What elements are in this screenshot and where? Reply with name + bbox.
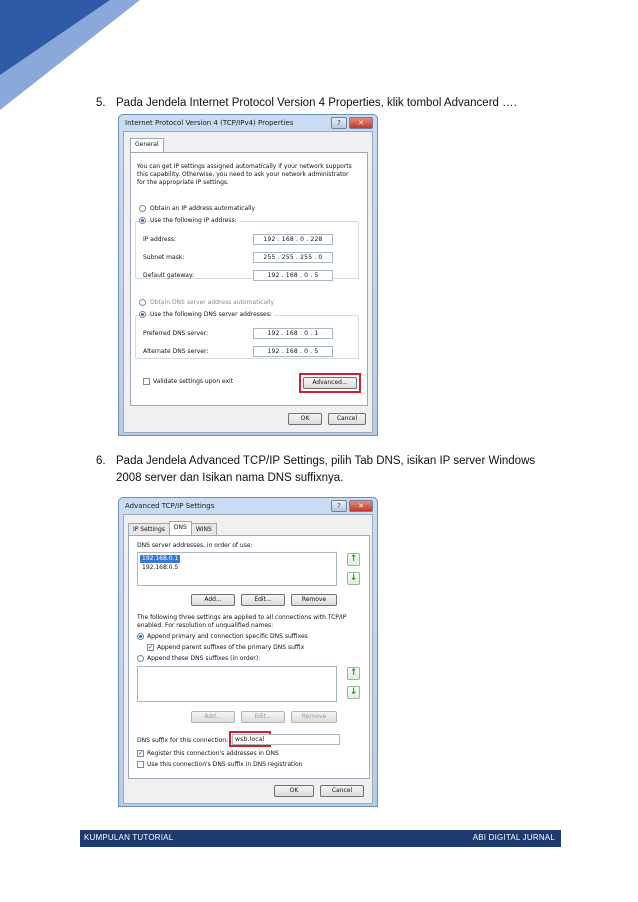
use-ip-label: Use the following IP address: — [150, 217, 239, 225]
use-dns-label: Use the following DNS server addresses: — [150, 311, 274, 319]
default-gateway-field[interactable]: 192 . 168 . 0 . 5 — [253, 270, 333, 281]
append-parent-label: Append parent suffixes of the primary DN… — [157, 644, 305, 651]
advanced-tcpip-window: Advanced TCP/IP Settings ? ✕ IP Settings… — [118, 497, 378, 807]
cancel-button[interactable]: Cancel — [328, 413, 366, 425]
use-suffix-checkbox[interactable] — [137, 761, 144, 768]
register-checkbox[interactable]: ✓ — [137, 750, 144, 757]
tab-general[interactable]: General — [130, 138, 164, 152]
description-line: for the appropriate IP settings. — [137, 179, 229, 186]
dns-server-list[interactable]: 192.168.0.1 192.168.0.5 — [137, 552, 337, 586]
alternate-dns-label: Alternate DNS server: — [143, 348, 209, 355]
ip-address-field[interactable]: 192 . 168 . 0 . 228 — [253, 234, 333, 245]
tab-dns[interactable]: DNS — [168, 521, 192, 535]
footer-left-text: KUMPULAN TUTORIAL — [84, 833, 174, 842]
window-title: Advanced TCP/IP Settings — [125, 502, 215, 510]
subnet-mask-field[interactable]: 255 . 255 . 255 . 0 — [253, 252, 333, 263]
list-item[interactable]: 192.168.0.5 — [142, 564, 178, 572]
validate-label: Validate settings upon exit — [153, 378, 234, 385]
alternate-dns-field[interactable]: 192 . 168 . 0 . 5 — [253, 346, 333, 357]
dns-suffix-label: DNS suffix for this connection: — [137, 737, 229, 744]
use-dns-radio[interactable] — [139, 311, 146, 318]
dns-suffix-field[interactable]: wsb.local — [232, 734, 340, 745]
move-up-icon[interactable]: ↑ — [347, 667, 360, 680]
preferred-dns-label: Preferred DNS server: — [143, 330, 209, 337]
step-number: 6. — [96, 455, 106, 467]
add-button[interactable]: Add... — [191, 594, 235, 606]
use-suffix-label: Use this connection's DNS suffix in DNS … — [147, 761, 303, 768]
close-button[interactable]: ✕ — [349, 500, 373, 512]
help-button[interactable]: ? — [331, 117, 347, 129]
ip-address-label: IP address: — [143, 236, 176, 243]
dialog-body: IP Settings DNS WINS DNS server addresse… — [123, 514, 373, 804]
edit-suffix-button[interactable]: Edit... — [241, 711, 285, 723]
ipv4-properties-window: Internet Protocol Version 4 (TCP/IPv4) P… — [118, 114, 378, 436]
info-line: The following three settings are applied… — [137, 614, 347, 621]
page-footer: KUMPULAN TUTORIAL ABI DIGITAL JURNAL — [80, 830, 561, 847]
advanced-button[interactable]: Advanced... — [303, 377, 357, 389]
append-these-radio[interactable] — [137, 655, 144, 662]
description-line: You can get IP settings assigned automat… — [137, 163, 352, 170]
add-suffix-button[interactable]: Add... — [191, 711, 235, 723]
footer-right-text: ABI DIGITAL JURNAL — [472, 833, 555, 842]
window-title: Internet Protocol Version 4 (TCP/IPv4) P… — [125, 119, 294, 127]
register-label: Register this connection's addresses in … — [147, 750, 279, 757]
tab-dns-content: DNS server addresses, in order of use: 1… — [128, 535, 370, 779]
cancel-button[interactable]: Cancel — [320, 785, 364, 797]
default-gateway-label: Default gateway: — [143, 272, 195, 279]
append-primary-label: Append primary and connection specific D… — [147, 633, 308, 640]
tab-general-content: You can get IP settings assigned automat… — [130, 152, 368, 406]
close-button[interactable]: ✕ — [349, 117, 373, 129]
info-line: enabled. For resolution of unqualified n… — [137, 622, 274, 629]
step-number: 5. — [96, 97, 106, 109]
step-text: Pada Jendela Advanced TCP/IP Settings, p… — [116, 455, 536, 484]
help-button[interactable]: ? — [331, 500, 347, 512]
append-primary-radio[interactable] — [137, 633, 144, 640]
step-6: 6. Pada Jendela Advanced TCP/IP Settings… — [96, 453, 566, 493]
auto-dns-label: Obtain DNS server address automatically — [150, 299, 275, 306]
preferred-dns-field[interactable]: 192 . 168 . 0 . 1 — [253, 328, 333, 339]
remove-suffix-button[interactable]: Remove — [291, 711, 337, 723]
dialog-body: General You can get IP settings assigned… — [123, 131, 373, 433]
list-item[interactable]: 192.168.0.1 — [140, 555, 181, 563]
dns-suffix-list[interactable] — [137, 666, 337, 702]
auto-ip-label: Obtain an IP address automatically — [150, 205, 256, 212]
ok-button[interactable]: OK — [274, 785, 314, 797]
use-ip-radio[interactable] — [139, 217, 146, 224]
move-up-icon[interactable]: ↑ — [347, 553, 360, 566]
subnet-mask-label: Subnet mask: — [143, 254, 185, 261]
dns-list-label: DNS server addresses, in order of use: — [137, 542, 253, 549]
page-corner-decoration — [0, 0, 140, 110]
remove-button[interactable]: Remove — [291, 594, 337, 606]
append-parent-checkbox[interactable]: ✓ — [147, 644, 154, 651]
move-down-icon[interactable]: ↓ — [347, 572, 360, 585]
auto-ip-radio[interactable] — [139, 205, 146, 212]
move-down-icon[interactable]: ↓ — [347, 686, 360, 699]
edit-button[interactable]: Edit... — [241, 594, 285, 606]
step-text: Pada Jendela Internet Protocol Version 4… — [116, 97, 517, 109]
ok-button[interactable]: OK — [288, 413, 322, 425]
auto-dns-radio[interactable] — [139, 299, 146, 306]
description-line: this capability. Otherwise, you need to … — [137, 171, 349, 178]
append-these-label: Append these DNS suffixes (in order): — [147, 655, 261, 662]
validate-checkbox[interactable] — [143, 378, 150, 385]
